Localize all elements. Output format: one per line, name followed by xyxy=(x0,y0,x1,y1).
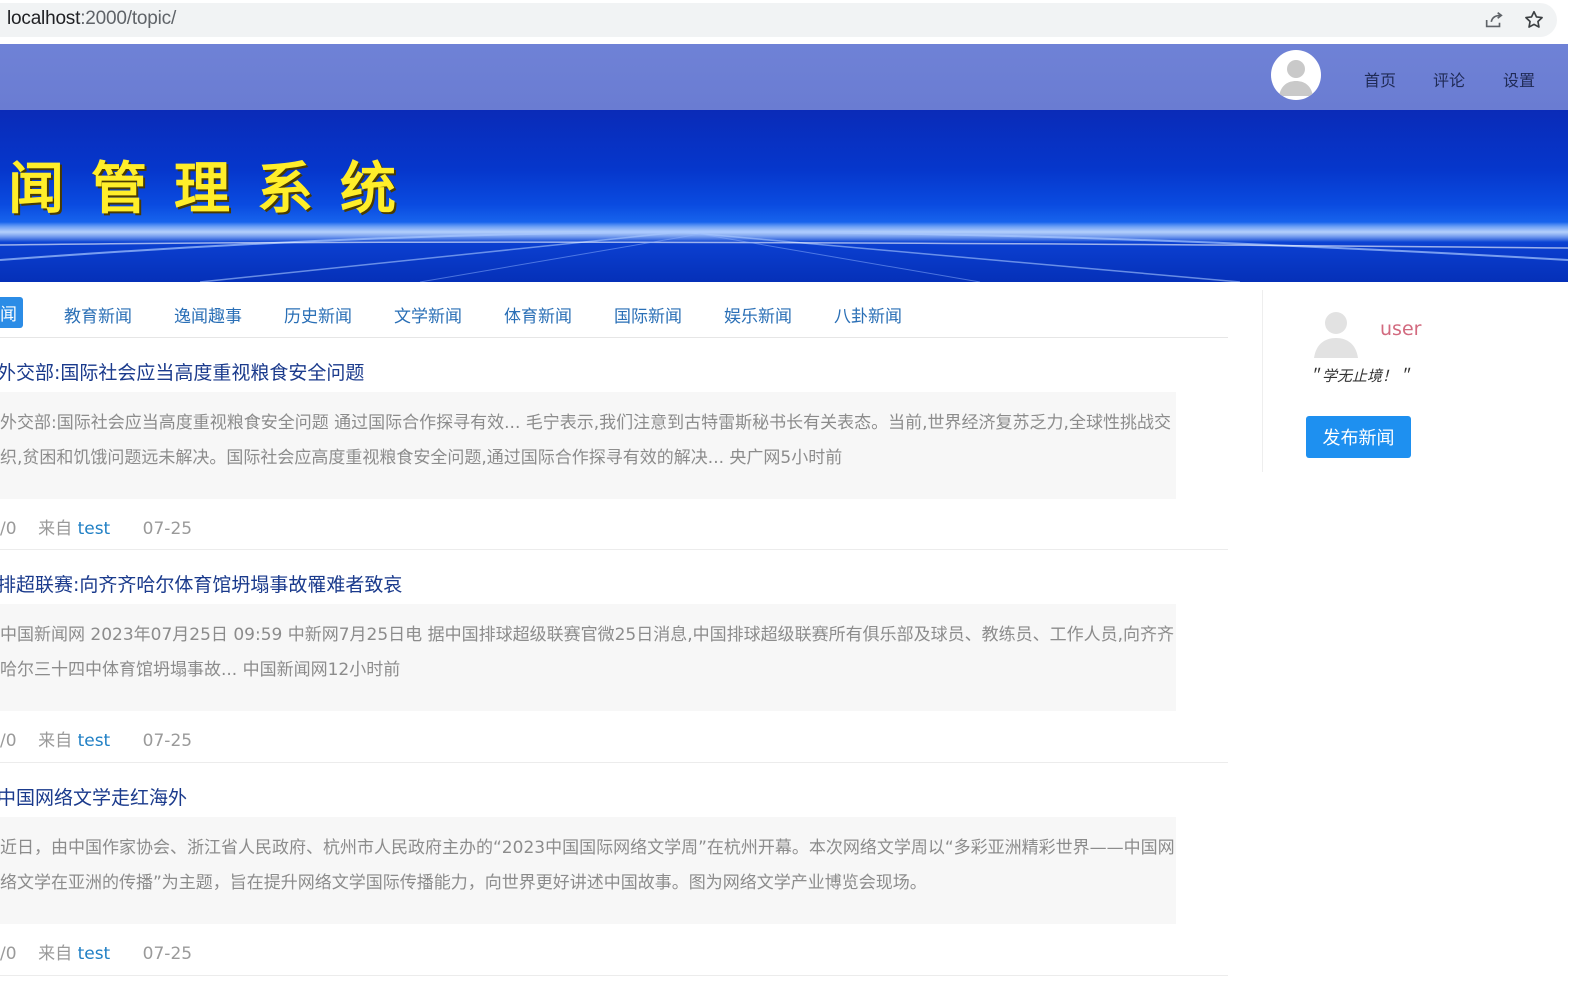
news-title-link[interactable]: 排超联赛:向齐齐哈尔体育馆坍塌事故罹难者致哀 xyxy=(0,570,402,597)
profile-motto: ＂学无止境！＂ xyxy=(1307,367,1413,385)
url-path: :2000/topic/ xyxy=(80,8,177,29)
top-navbar: 首页 评论 设置 xyxy=(0,44,1568,110)
banner-title: 闻管理系统 xyxy=(8,156,423,222)
browser-address-bar: localhost:2000/topic/ xyxy=(0,0,1577,42)
sidebar-divider xyxy=(1262,290,1263,472)
news-title-link[interactable]: 中国网络文学走红海外 xyxy=(0,783,187,810)
news-stats: /0 xyxy=(0,519,17,539)
nav-settings-link[interactable]: 设置 xyxy=(1503,67,1535,91)
news-item: 外交部:国际社会应当高度重视粮食安全问题 外交部:国际社会应当高度重视粮食安全问… xyxy=(0,358,1228,550)
news-from-label: 来自 xyxy=(38,731,73,751)
news-author-link[interactable]: test xyxy=(78,519,111,539)
tab-history[interactable]: 历史新闻 xyxy=(284,302,352,327)
news-date: 07-25 xyxy=(142,519,193,539)
nav-comments-link[interactable]: 评论 xyxy=(1433,67,1465,91)
tab-sports[interactable]: 体育新闻 xyxy=(504,302,572,327)
share-icon[interactable] xyxy=(1483,9,1505,31)
url-text[interactable]: localhost:2000/topic/ xyxy=(7,8,176,30)
tab-gossip[interactable]: 八卦新闻 xyxy=(834,302,902,327)
news-date: 07-25 xyxy=(142,731,193,751)
news-stats: /0 xyxy=(0,731,17,751)
news-from-label: 来自 xyxy=(38,944,73,964)
news-stats: /0 xyxy=(0,944,17,964)
news-author-link[interactable]: test xyxy=(78,944,111,964)
news-meta: /0 来自 test 07-25 xyxy=(0,514,192,539)
publish-news-button[interactable]: 发布新闻 xyxy=(1306,416,1411,458)
news-date: 07-25 xyxy=(142,944,193,964)
profile-username[interactable]: user xyxy=(1380,318,1421,340)
tab-active-category[interactable]: 闻 xyxy=(0,297,23,328)
news-meta: /0 来自 test 07-25 xyxy=(0,939,192,964)
news-item: 排超联赛:向齐齐哈尔体育馆坍塌事故罹难者致哀 中国新闻网 2023年07月25日… xyxy=(0,570,1228,763)
tab-education[interactable]: 教育新闻 xyxy=(64,302,132,327)
tab-anecdotes[interactable]: 逸闻趣事 xyxy=(174,302,242,327)
news-title-link[interactable]: 外交部:国际社会应当高度重视粮食安全问题 xyxy=(0,358,364,385)
news-from-label: 来自 xyxy=(38,519,73,539)
url-field[interactable] xyxy=(0,3,1557,37)
news-summary: 中国新闻网 2023年07月25日 09:59 中新网7月25日电 据中国排球超… xyxy=(0,604,1176,711)
url-host: localhost xyxy=(7,8,81,29)
user-avatar-icon[interactable] xyxy=(1271,50,1321,100)
news-item: 中国网络文学走红海外 近日，由中国作家协会、浙江省人民政府、杭州市人民政府主办的… xyxy=(0,783,1228,976)
news-meta: /0 来自 test 07-25 xyxy=(0,726,192,751)
profile-avatar-icon[interactable] xyxy=(1312,306,1360,358)
tab-entertainment[interactable]: 娱乐新闻 xyxy=(724,302,792,327)
news-author-link[interactable]: test xyxy=(78,731,111,751)
tab-international[interactable]: 国际新闻 xyxy=(614,302,682,327)
star-icon[interactable] xyxy=(1523,9,1545,31)
news-summary: 近日，由中国作家协会、浙江省人民政府、杭州市人民政府主办的“2023中国国际网络… xyxy=(0,817,1176,924)
news-summary: 外交部:国际社会应当高度重视粮食安全问题 通过国际合作探寻有效... 毛宁表示,… xyxy=(0,392,1176,499)
category-tabs: 闻 教育新闻 逸闻趣事 历史新闻 文学新闻 体育新闻 国际新闻 娱乐新闻 八卦新… xyxy=(0,292,1228,338)
tab-literature[interactable]: 文学新闻 xyxy=(394,302,462,327)
nav-home-link[interactable]: 首页 xyxy=(1364,67,1396,91)
site-banner: 闻管理系统 xyxy=(0,110,1568,282)
